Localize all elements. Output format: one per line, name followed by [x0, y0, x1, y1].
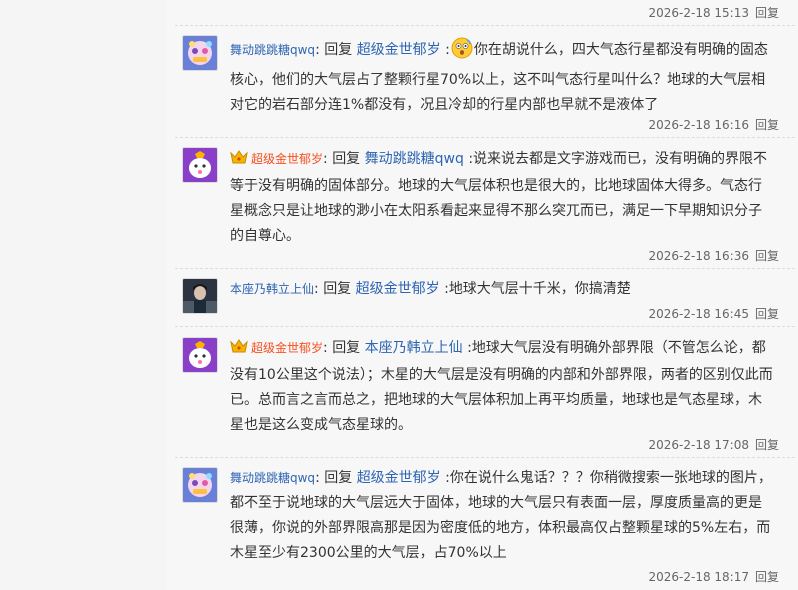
comment-text: 超级金世郁岁: 回复 本座乃韩立上仙 :地球大气层没有明确外部界限（不管怎么论，…	[230, 336, 774, 438]
user-avatar[interactable]	[182, 147, 218, 183]
reply-link[interactable]: 回复	[755, 570, 779, 584]
reply-word: 回复	[324, 42, 353, 58]
reply-word: 回复	[332, 340, 361, 356]
username-link[interactable]: 超级金世郁岁	[251, 341, 323, 355]
user-avatar[interactable]	[182, 337, 218, 373]
post-divider	[175, 457, 795, 458]
comment-content: 地球大气层十千米，你搞清楚	[448, 281, 631, 297]
separator: :	[445, 42, 450, 58]
surprised-emoji-icon	[451, 37, 473, 68]
reply-target-link[interactable]: 超级金世郁岁	[357, 470, 441, 486]
colon: :	[323, 151, 328, 167]
post-time: 2026-2-18 18:17	[648, 570, 749, 584]
comment-text: 舞动跳跳糖qwq: 回复 超级金世郁岁 : 你在胡说什么，四大气态行星都没有明确的…	[230, 37, 774, 118]
reply-word: 回复	[324, 470, 353, 486]
post-time-line: 2026-2-18 15:13 回复	[648, 4, 779, 21]
user-avatar[interactable]	[182, 278, 218, 314]
post-time: 2026-2-18 15:13	[648, 6, 749, 20]
post-time-line: 2026-2-18 16:16 回复	[648, 116, 779, 133]
comment-text: 舞动跳跳糖qwq: 回复 超级金世郁岁 :你在说什么鬼话？？？你稍微搜索一张地球…	[230, 466, 774, 566]
comment-text: 本座乃韩立上仙: 回复 超级金世郁岁 :地球大气层十千米，你搞清楚	[230, 277, 774, 302]
avatar-c	[183, 279, 217, 313]
avatar-b	[183, 338, 217, 372]
avatar-a	[183, 36, 217, 70]
post-divider	[175, 268, 795, 269]
post-time-line: 2026-2-18 16:45 回复	[648, 305, 779, 322]
post-divider	[175, 326, 795, 327]
username-link[interactable]: 舞动跳跳糖qwq	[230, 43, 315, 57]
post-time-line: 2026-2-18 18:17 回复	[648, 568, 779, 585]
post-time-line: 2026-2-18 17:08 回复	[648, 436, 779, 453]
crown-icon	[230, 149, 248, 174]
post-divider	[175, 137, 795, 138]
colon: :	[315, 470, 320, 486]
reply-word: 回复	[323, 281, 352, 297]
reply-target-link[interactable]: 本座乃韩立上仙	[365, 340, 463, 356]
post-time: 2026-2-18 16:45	[648, 307, 749, 321]
avatar-b	[183, 148, 217, 182]
reply-target-link[interactable]: 超级金世郁岁	[357, 42, 441, 58]
username-link[interactable]: 本座乃韩立上仙	[230, 282, 314, 296]
colon: :	[314, 281, 319, 297]
reply-link[interactable]: 回复	[755, 249, 779, 263]
username-link[interactable]: 超级金世郁岁	[251, 152, 323, 166]
crown-icon	[230, 338, 248, 363]
post-time-line: 2026-2-18 16:36 回复	[648, 247, 779, 264]
reply-target-link[interactable]: 舞动跳跳糖qwq	[365, 151, 464, 167]
post-time: 2026-2-18 17:08	[648, 438, 749, 452]
post-divider	[175, 25, 795, 26]
reply-link[interactable]: 回复	[755, 6, 779, 20]
reply-link[interactable]: 回复	[755, 438, 779, 452]
username-link[interactable]: 舞动跳跳糖qwq	[230, 471, 315, 485]
reply-link[interactable]: 回复	[755, 307, 779, 321]
reply-word: 回复	[332, 151, 361, 167]
user-avatar[interactable]	[182, 35, 218, 71]
reply-link[interactable]: 回复	[755, 118, 779, 132]
comment-text: 超级金世郁岁: 回复 舞动跳跳糖qwq :说来说去都是文字游戏而已，没有明确的界…	[230, 147, 774, 249]
reply-target-link[interactable]: 超级金世郁岁	[356, 281, 440, 297]
post-time: 2026-2-18 16:16	[648, 118, 749, 132]
colon: :	[315, 42, 320, 58]
avatar-a	[183, 468, 217, 502]
colon: :	[323, 340, 328, 356]
post-time: 2026-2-18 16:36	[648, 249, 749, 263]
user-avatar[interactable]	[182, 467, 218, 503]
